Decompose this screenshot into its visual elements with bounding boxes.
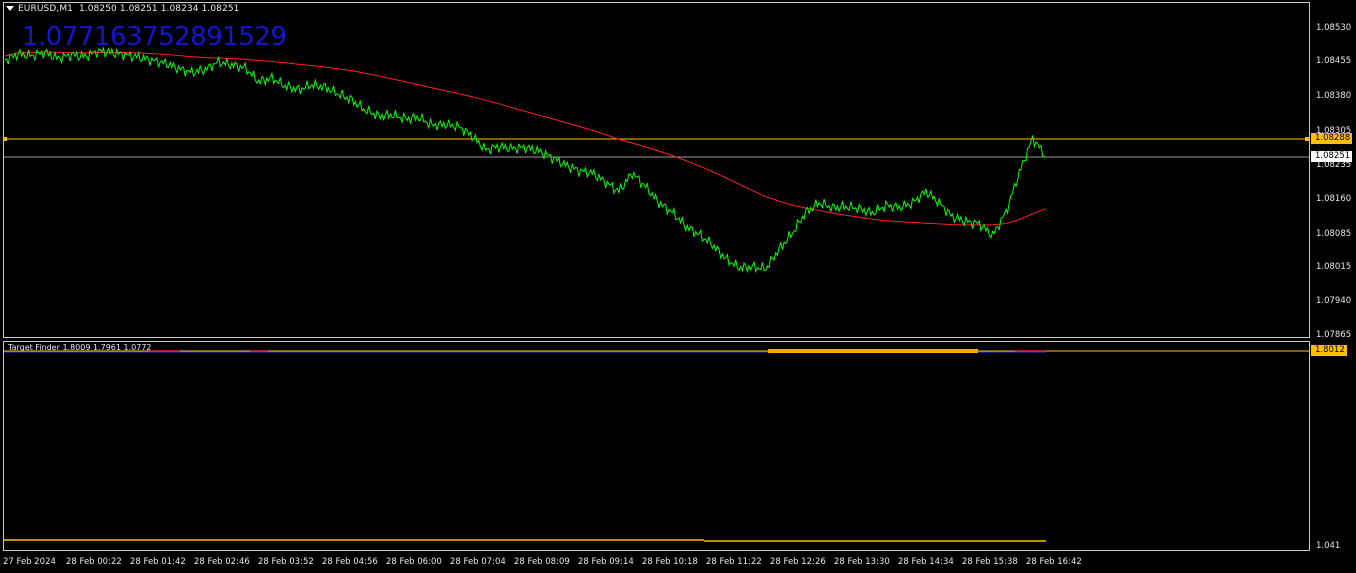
time-axis-label: 28 Feb 16:42 [1026, 557, 1082, 567]
price-axis-label: 1.08085 [1316, 229, 1352, 239]
level-line-handle-right[interactable] [1305, 137, 1309, 141]
price-axis-label: 1.08160 [1316, 194, 1352, 204]
time-axis-label: 28 Feb 00:22 [66, 557, 122, 567]
dropdown-triangle-icon[interactable] [6, 6, 14, 11]
price-axis-label: 1.08015 [1316, 262, 1352, 272]
moving-average-line [4, 51, 1047, 226]
time-axis-label: 28 Feb 03:52 [258, 557, 314, 567]
time-axis-label: 28 Feb 13:30 [834, 557, 890, 567]
time-axis-label: 28 Feb 12:26 [770, 557, 826, 567]
chart-header: EURUSD,M1 1.08250 1.08251 1.08234 1.0825… [6, 4, 240, 14]
time-axis-label: 28 Feb 01:42 [130, 557, 186, 567]
ohlc-values: 1.08250 1.08251 1.08234 1.08251 [78, 4, 240, 14]
current-price-tag: 1.08251 [1311, 151, 1353, 162]
overlay-value-text: 1.077163752891529 [22, 22, 287, 52]
price-axis-label: 1.08380 [1316, 91, 1352, 101]
time-axis-label: 28 Feb 11:22 [706, 557, 762, 567]
time-axis-label: 28 Feb 09:14 [578, 557, 634, 567]
time-axis-label: 28 Feb 15:38 [962, 557, 1018, 567]
time-axis-label: 28 Feb 10:18 [642, 557, 698, 567]
level-price-tag: 1.08288 [1311, 133, 1353, 144]
time-axis-label: 28 Feb 07:04 [450, 557, 506, 567]
price-axis-label: 1.08530 [1316, 23, 1352, 33]
time-axis-label: 28 Feb 02:46 [194, 557, 250, 567]
price-axis-label: 1.07940 [1316, 296, 1352, 306]
chart-plot-area [3, 46, 1309, 542]
chart-window[interactable]: EURUSD,M1 1.08250 1.08251 1.08234 1.0825… [0, 0, 1356, 573]
indicator-title: Target Finder 1.8009 1.7961 1.0772 [8, 343, 152, 352]
time-axis-label: 28 Feb 06:00 [386, 557, 442, 567]
indicator-axis-label: 1.041 [1316, 541, 1341, 551]
price-axis-label: 1.08455 [1316, 56, 1352, 66]
price-axis-label: 1.07865 [1316, 330, 1352, 340]
indicator-price-tag: 1.8012 [1311, 345, 1347, 356]
time-axis-label: 28 Feb 08:09 [514, 557, 570, 567]
time-axis-label: 28 Feb 04:56 [322, 557, 378, 567]
time-axis-label: 28 Feb 14:34 [898, 557, 954, 567]
time-axis-label: 27 Feb 2024 [3, 557, 56, 567]
level-line-handle-left[interactable] [3, 137, 7, 141]
symbol-label: EURUSD,M1 [18, 4, 74, 14]
price-line-series [4, 46, 1047, 274]
